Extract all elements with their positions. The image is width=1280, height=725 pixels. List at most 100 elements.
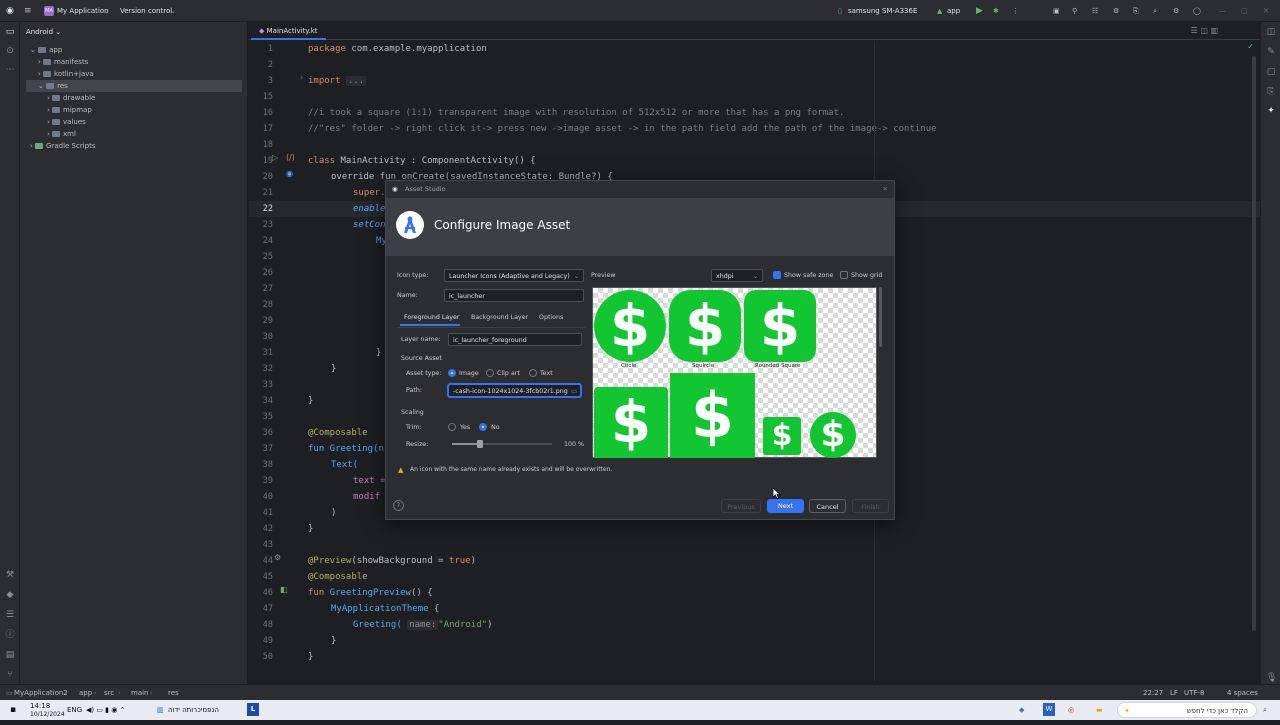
tab-foreground-layer[interactable]: Foreground Layer	[404, 314, 459, 321]
gemini-icon[interactable]: ✎	[1266, 47, 1276, 57]
breadcrumb-main[interactable]: main	[131, 685, 149, 701]
system-tray-icons[interactable]: ◀) ▭ ▮ ◉ ⌃	[86, 700, 125, 720]
search-icon[interactable]: ⌕	[1263, 700, 1267, 720]
folder-browse-icon[interactable]: ▭	[571, 385, 577, 396]
cancel-button[interactable]: Cancel	[809, 499, 846, 513]
debug-icon[interactable]: ✱	[993, 0, 999, 22]
main-menu-icon[interactable]: ≡	[24, 0, 32, 22]
line-separator[interactable]: LF	[1170, 685, 1178, 701]
breadcrumb-res[interactable]: res	[168, 685, 179, 701]
breadcrumb-app[interactable]: app	[79, 685, 92, 701]
logcat-icon[interactable]: ☰	[5, 610, 15, 620]
run-icon[interactable]: ▶	[976, 0, 983, 22]
problems-icon[interactable]: ⓘ	[5, 630, 15, 640]
tree-item-values[interactable]: › values	[47, 116, 86, 128]
layout-inspector-icon[interactable]: ☷	[1092, 0, 1098, 22]
git-icon[interactable]: ⑂	[5, 670, 15, 680]
file-encoding[interactable]: UTF-8	[1184, 685, 1204, 701]
version-control-menu[interactable]: Version control	[120, 0, 172, 22]
folded-imports[interactable]: ...	[345, 76, 367, 86]
microphone-icon[interactable]: 🎙	[1266, 673, 1277, 683]
trim-no-radio[interactable]	[479, 423, 487, 431]
show-grid-checkbox[interactable]	[840, 271, 848, 279]
device-selector[interactable]: samsung SM-A336E	[848, 0, 917, 22]
override-gutter-icon[interactable]: ◉	[286, 169, 293, 178]
tree-item-gradle-scripts[interactable]: › Gradle Scripts	[30, 140, 96, 152]
device-manager-icon[interactable]: ▢	[1266, 67, 1276, 77]
tree-item-xml[interactable]: › xml	[47, 128, 76, 140]
layer-name-field[interactable]: ic_launcher_foreground	[448, 333, 582, 346]
notifications-icon[interactable]: ◫	[1266, 27, 1276, 37]
preview-settings-icon[interactable]: ⚙	[274, 553, 281, 562]
ai-assistant-icon[interactable]: ✦	[1266, 106, 1276, 116]
app-quality-icon[interactable]: ◆	[5, 590, 15, 600]
run-gutter-icon[interactable]: ▷	[272, 153, 278, 162]
tab-options[interactable]: Options	[539, 314, 563, 321]
file-explorer-icon[interactable]: ▬	[1096, 700, 1103, 720]
gradle-sync-icon[interactable]: ⚙	[1113, 0, 1119, 22]
more-icon[interactable]: ⋮	[1012, 0, 1019, 22]
close-icon[interactable]: ✕	[1263, 0, 1269, 22]
tree-item-drawable[interactable]: › drawable	[47, 92, 95, 104]
resize-slider[interactable]	[452, 440, 552, 448]
resize-slider-thumb[interactable]	[477, 440, 483, 448]
tree-item-kotlin-java[interactable]: › kotlin+java	[38, 68, 94, 80]
tab-mainactivity[interactable]: ◆ MainActivity.kt	[251, 22, 326, 40]
icon-type-select[interactable]: Launcher Icons (Adaptive and Legacy) ⌄	[444, 269, 584, 282]
indent-setting[interactable]: 4 spaces	[1227, 685, 1258, 701]
taskbar-app-title[interactable]: הנפמיכרותה ידוה	[168, 700, 219, 720]
tree-item-manifests[interactable]: › manifests	[38, 56, 88, 68]
search-box[interactable]: ✦ הקלד כאן כדי לחפש	[1117, 702, 1257, 718]
asset-type-text-radio[interactable]	[529, 369, 537, 377]
word-taskbar-icon[interactable]: W	[1043, 703, 1055, 716]
show-safe-zone-checkbox[interactable]	[773, 271, 781, 279]
fold-icon[interactable]: ›	[300, 73, 303, 82]
settings-icon[interactable]: ⚙	[1173, 0, 1179, 22]
project-selector[interactable]: My Application	[57, 0, 109, 22]
run-config-selector[interactable]: app	[947, 0, 960, 22]
clock-date[interactable]: 10/12/2024	[30, 705, 65, 725]
input-language[interactable]: ENG	[67, 700, 82, 720]
build-icon[interactable]: ⚒	[5, 570, 15, 580]
asset-type-clipart-radio[interactable]	[486, 369, 494, 377]
finish-button[interactable]: Finish	[852, 499, 889, 513]
search-icon[interactable]: ⌕	[1153, 0, 1157, 22]
sdk-icon[interactable]: ⚲	[1072, 0, 1077, 22]
show-desktop-icon[interactable]: ▪	[10, 700, 16, 720]
project-view-selector[interactable]: Android ⌄	[26, 26, 61, 38]
preview-gutter-icon[interactable]: ◧	[280, 585, 288, 594]
taskbar-app-l-icon[interactable]: L	[247, 703, 259, 716]
path-field[interactable]: -cash-icon-1024x1024-3fcb02r1.png ▭	[448, 384, 581, 397]
account-icon[interactable]: ◯	[1193, 0, 1201, 22]
folder-icon[interactable]: ▭	[5, 27, 15, 37]
preview-scrollbar[interactable]	[879, 287, 882, 347]
cursor-position[interactable]: 22:27	[1143, 685, 1163, 701]
tab-background-layer[interactable]: Background Layer	[471, 314, 528, 321]
activity-gutter-icon[interactable]: ⟨/⟩	[286, 153, 295, 162]
minimize-icon[interactable]: —	[1219, 0, 1226, 22]
chrome-taskbar-icon[interactable]: ◎	[1068, 700, 1074, 720]
help-button[interactable]: ?	[393, 500, 404, 511]
maximize-icon[interactable]: ▢	[1241, 0, 1248, 22]
trim-yes-radio[interactable]	[448, 423, 456, 431]
terminal-icon[interactable]: ▤	[5, 650, 15, 660]
editor-scrollbar[interactable]	[1252, 56, 1256, 631]
breadcrumb-src[interactable]: src	[104, 685, 114, 701]
view-mode-icons[interactable]: ☰ ◫ ▥	[1191, 26, 1218, 35]
next-button[interactable]: Next	[767, 499, 804, 513]
profiler-icon[interactable]: ⎘	[1133, 0, 1139, 22]
asset-type-image-radio[interactable]	[448, 369, 456, 377]
device-manager-icon[interactable]: ▣	[1053, 0, 1060, 22]
close-icon[interactable]: ✕	[883, 181, 888, 198]
previous-button[interactable]: Previous	[721, 499, 761, 513]
tree-item-mipmap[interactable]: › mipmap	[47, 104, 92, 116]
running-devices-icon[interactable]: ⎘	[1266, 87, 1276, 97]
more-tools-icon[interactable]: ⋯	[5, 65, 15, 75]
tree-item-app[interactable]: ⌄ app	[30, 44, 62, 56]
commit-icon[interactable]: ⊙	[5, 46, 15, 56]
inspection-check-icon[interactable]: ✓	[1247, 42, 1254, 51]
density-select[interactable]: xhdpi ⌄	[711, 269, 763, 282]
name-field[interactable]: ic_launcher	[444, 289, 584, 302]
android-studio-taskbar-icon[interactable]: ◆	[1019, 700, 1024, 720]
tree-item-res[interactable]: ⌄ res	[26, 80, 242, 92]
